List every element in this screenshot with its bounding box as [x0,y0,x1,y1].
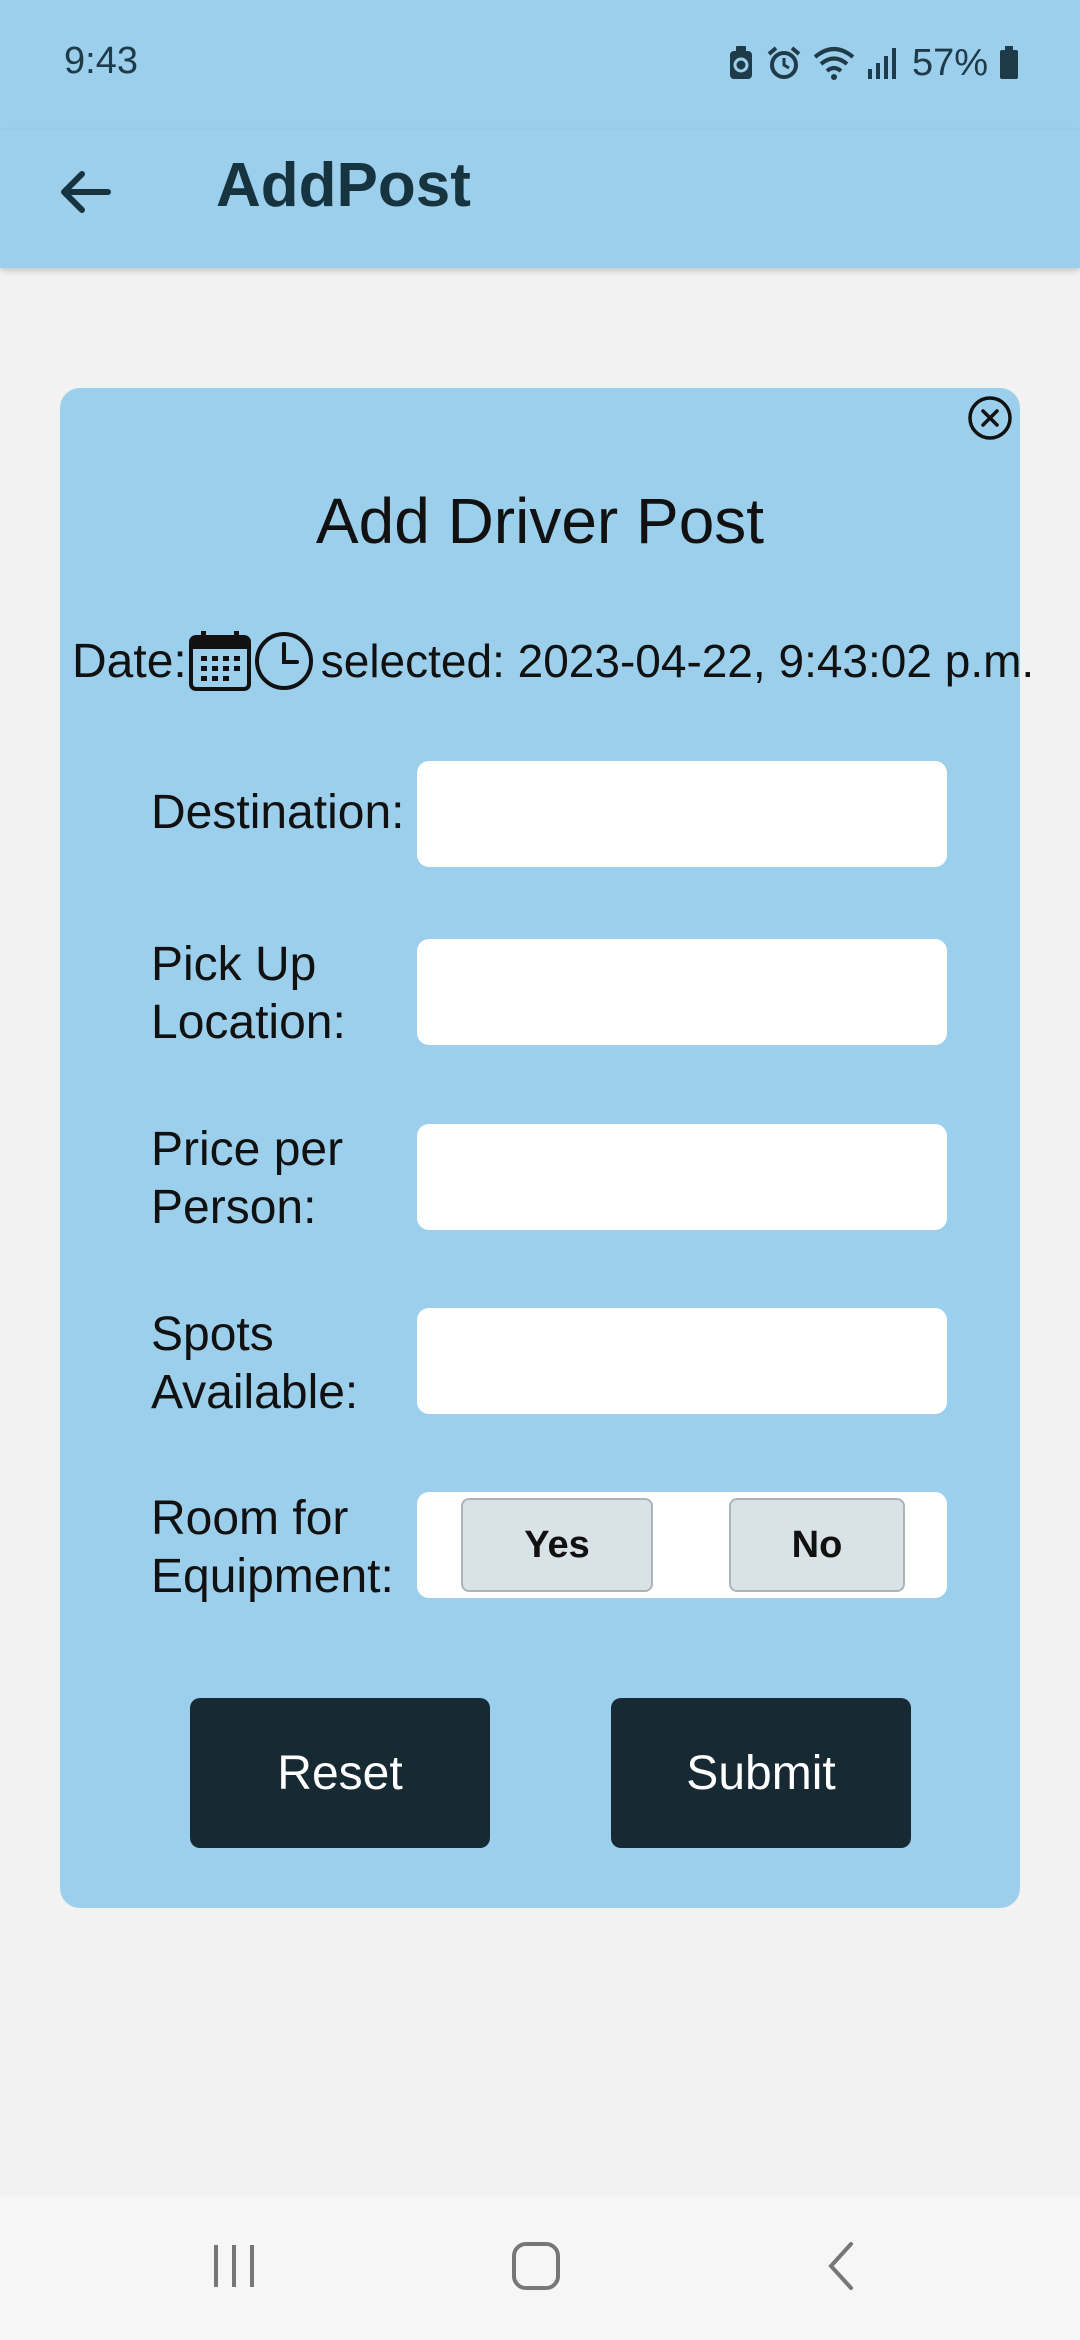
alarm-icon [766,45,802,81]
selected-datetime: selected: 2023-04-22, 9:43:02 p.m. [320,635,1035,687]
dialog-title: Add Driver Post [315,485,765,557]
recent-apps-button[interactable] [134,2196,334,2340]
system-nav-bar [0,2196,1080,2340]
battery-icon [998,45,1020,81]
battery-percent: 57% [911,41,988,84]
status-icons: 57% [726,38,1020,88]
equipment-toggle: Yes No [417,1492,947,1598]
home-button[interactable] [436,2196,636,2340]
price-per-person-label: Price per Person: [151,1123,344,1234]
app-bar: AddPost [0,130,1080,268]
battery-saver-icon [726,45,756,81]
add-driver-post-dialog: Add Driver Post Date: selected: 2023-04-… [60,388,1034,1908]
date-label: Date: [72,634,187,688]
pickup-location-input[interactable] [417,939,947,1045]
status-time: 9:43 [64,40,138,82]
reset-button[interactable]: Reset [190,1698,490,1848]
price-per-person-input[interactable] [417,1124,947,1230]
status-bar: 9:43 57% [0,0,1080,130]
clock-icon[interactable] [253,630,315,692]
arrow-back-icon [56,168,112,221]
recent-apps-icon [210,2241,258,2296]
nav-back-button[interactable] [740,2196,940,2340]
page-title: AddPost [216,151,471,220]
equipment-no-button[interactable]: No [729,1498,905,1592]
date-row: Date: selected: 2023-04-22, 9:43:02 p.m. [72,626,1034,696]
back-icon [823,2240,857,2297]
pickup-location-label: Pick Up Location: [151,938,346,1049]
destination-label: Destination: [151,786,405,839]
home-icon [510,2240,562,2297]
spots-available-input[interactable] [417,1308,947,1414]
close-circle-icon [967,395,1013,446]
signal-icon [866,45,898,81]
close-button[interactable] [964,394,1016,446]
destination-input[interactable] [417,761,947,867]
submit-button[interactable]: Submit [611,1698,911,1848]
room-for-equipment-label: Room for Equipment: [151,1492,394,1603]
equipment-yes-button[interactable]: Yes [461,1498,653,1592]
back-button[interactable] [44,154,124,234]
spots-available-label: Spots Available: [151,1308,359,1419]
wifi-icon [812,45,856,81]
calendar-icon[interactable] [187,629,253,693]
